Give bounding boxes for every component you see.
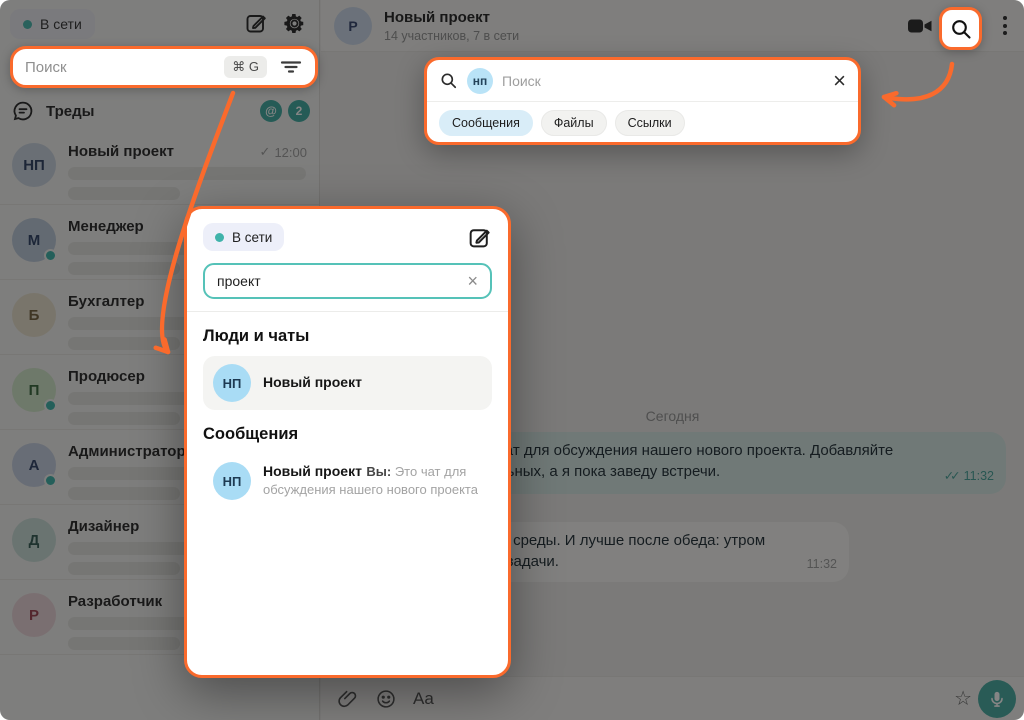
- result-name: Новый проект: [263, 463, 362, 479]
- global-search-modal: В сети проект × Люди и чаты НП Новый про…: [184, 206, 511, 678]
- section-title-people: Люди и чаты: [203, 327, 492, 346]
- modal-search-input[interactable]: проект ×: [203, 263, 492, 299]
- chat-search-input[interactable]: Поиск: [502, 73, 833, 89]
- clear-icon[interactable]: ×: [467, 272, 478, 290]
- filter-chip-files[interactable]: Файлы: [541, 110, 607, 136]
- result-name: Новый проект: [263, 374, 362, 390]
- chat-search-panel: нп Поиск × Сообщения Файлы Ссылки: [424, 57, 861, 145]
- close-icon[interactable]: ×: [833, 70, 846, 92]
- search-placeholder: Поиск: [25, 59, 224, 76]
- search-result-chat[interactable]: НП Новый проект: [203, 356, 492, 410]
- section-title-messages: Сообщения: [203, 425, 492, 444]
- messenger-app: В сети Треды: [0, 0, 1024, 720]
- divider: [187, 311, 508, 312]
- search-icon: [439, 71, 458, 90]
- status-label: В сети: [232, 230, 272, 245]
- avatar: НП: [213, 364, 251, 402]
- online-dot-icon: [215, 233, 224, 242]
- search-scope-chip[interactable]: нп: [467, 68, 493, 94]
- search-input[interactable]: Поиск ⌘ G: [10, 46, 318, 88]
- status-badge[interactable]: В сети: [203, 223, 284, 251]
- search-result-message[interactable]: НП Новый проект Вы: Это чат для обсужден…: [203, 454, 492, 508]
- preview-prefix: Вы:: [366, 464, 394, 479]
- filter-chip-links[interactable]: Ссылки: [615, 110, 685, 136]
- avatar: НП: [213, 462, 251, 500]
- filter-chip-messages[interactable]: Сообщения: [439, 110, 533, 136]
- filter-icon[interactable]: [279, 55, 303, 79]
- compose-icon[interactable]: [466, 224, 492, 250]
- shortcut-badge: ⌘ G: [224, 56, 267, 78]
- chat-search-button[interactable]: [939, 7, 982, 50]
- search-value: проект: [217, 273, 467, 289]
